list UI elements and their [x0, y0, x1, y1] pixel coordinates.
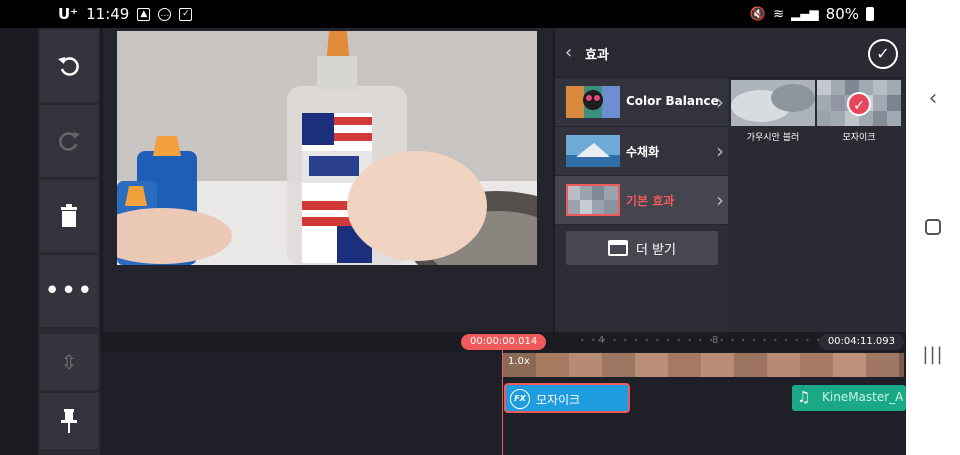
redo-button[interactable] [40, 105, 98, 177]
ruler-tick: 4 [598, 335, 605, 346]
battery-icon [866, 7, 874, 21]
category-label: 기본 효과 [626, 194, 675, 208]
chevron-right-icon: › [716, 139, 724, 163]
store-icon [607, 240, 628, 256]
audio-clip-label: KineMaster_A [822, 390, 904, 404]
music-note-icon: ♫ [797, 388, 811, 406]
clip-speed: 1.0x [508, 356, 530, 367]
app-root: U⁺ 11:49 ▲ … ✓ 🔇 ≋ ▂▄▆ 80% ••• ‹ 효과 ✓ Co… [0, 0, 960, 455]
carrier-label: U⁺ [58, 5, 79, 23]
mute-icon: 🔇 [749, 6, 767, 22]
preview-frame [117, 31, 537, 265]
get-more-label: 더 받기 [635, 242, 676, 258]
video-frame [866, 353, 899, 377]
selected-check-icon: ✓ [847, 92, 871, 116]
effects-panel: ‹ 효과 ✓ Color Balance › 수채화 › 기본 효과 › 더 받… [555, 28, 906, 332]
video-frame [833, 353, 866, 377]
gallery-icon: ▲ [137, 7, 151, 21]
ruler-tick: 8 [712, 335, 719, 346]
timeline: ⇳ •••••••••••••••••••••••••••••••••••• 4… [38, 332, 906, 455]
video-frame [800, 353, 833, 377]
playhead[interactable] [502, 338, 503, 455]
watercolor-thumbnail [566, 135, 620, 167]
chevron-right-icon: › [716, 90, 724, 114]
signal-icon: ▂▄▆ [790, 7, 819, 21]
recents-icon: ||| [922, 343, 944, 365]
category-basic-effects[interactable]: 기본 효과 › [555, 176, 728, 225]
effect-category-list: Color Balance › 수채화 › 기본 효과 › 더 받기 [555, 78, 728, 332]
checkbox-icon: ✓ [179, 7, 193, 21]
fx-icon: FX [510, 389, 530, 409]
wifi-icon: ≋ [773, 6, 784, 22]
nav-home-button[interactable] [906, 207, 960, 247]
fx-clip-mosaic[interactable]: FX 모자이크 [504, 383, 630, 413]
video-frame [668, 353, 701, 377]
video-frame [701, 353, 734, 377]
category-label: Color Balance [626, 94, 719, 108]
edit-toolbar: ••• [38, 28, 100, 332]
split-icon: ⇳ [60, 350, 78, 374]
basic-effects-thumbnail [566, 184, 620, 216]
effect-gaussian-blur[interactable] [731, 80, 815, 126]
back-icon: ‹ [928, 85, 938, 111]
video-frame [536, 353, 569, 377]
chat-icon: … [158, 7, 172, 21]
panel-title: 효과 [585, 48, 609, 63]
nav-back-button[interactable]: ‹ [906, 78, 960, 118]
category-watercolor[interactable]: 수채화 › [555, 127, 728, 176]
preview-area [103, 28, 553, 332]
system-nav-bar: ‹ ||| [906, 0, 960, 455]
status-bar: U⁺ 11:49 ▲ … ✓ 🔇 ≋ ▂▄▆ 80% [0, 0, 906, 28]
nav-recents-button[interactable]: ||| [906, 334, 960, 374]
trash-icon [61, 204, 77, 227]
redo-icon [59, 132, 80, 151]
video-frame [602, 353, 635, 377]
battery-percent: 80% [825, 5, 859, 23]
more-icon: ••• [44, 276, 94, 306]
clock: 11:49 [86, 5, 130, 23]
fx-clip-label: 모자이크 [536, 393, 581, 407]
split-button[interactable]: ⇳ [40, 334, 98, 390]
effects-grid: 가우시안 블러 ✓ 모자이크 [729, 78, 906, 332]
category-color-balance[interactable]: Color Balance › [555, 78, 728, 127]
category-label: 수채화 [626, 145, 660, 159]
delete-button[interactable] [40, 180, 98, 252]
timeline-tools: ⇳ [38, 332, 100, 455]
undo-button[interactable] [40, 30, 98, 102]
chevron-right-icon: › [716, 188, 724, 212]
more-options-button[interactable]: ••• [40, 255, 98, 327]
check-icon: ✓ [876, 44, 890, 63]
panel-header: ‹ 효과 ✓ [555, 28, 906, 78]
current-time: 00:00:00.014 [461, 334, 547, 350]
video-frame [767, 353, 800, 377]
audio-clip[interactable]: ♫ KineMaster_A [792, 385, 906, 411]
undo-icon [58, 57, 79, 76]
time-ruler[interactable]: •••••••••••••••••••••••••••••••••••• 4 8… [100, 332, 906, 352]
back-chevron-icon[interactable]: ‹ [565, 42, 572, 63]
pin-button[interactable] [40, 393, 98, 449]
video-clip-track[interactable]: 1.0x [503, 353, 904, 377]
home-icon [925, 219, 941, 235]
video-preview[interactable] [117, 31, 537, 265]
total-time: 00:04:11.093 [818, 334, 904, 350]
video-frame [734, 353, 767, 377]
video-frame [569, 353, 602, 377]
gaussian-blur-thumbnail [731, 80, 815, 126]
confirm-button[interactable]: ✓ [868, 39, 898, 69]
effect-label: 모자이크 [842, 133, 876, 143]
color-balance-thumbnail [566, 86, 620, 118]
get-more-button[interactable]: 더 받기 [566, 231, 718, 265]
video-frame [635, 353, 668, 377]
pin-icon [61, 409, 77, 433]
effect-label: 가우시안 블러 [746, 133, 800, 143]
effect-mosaic[interactable]: ✓ [817, 80, 901, 126]
